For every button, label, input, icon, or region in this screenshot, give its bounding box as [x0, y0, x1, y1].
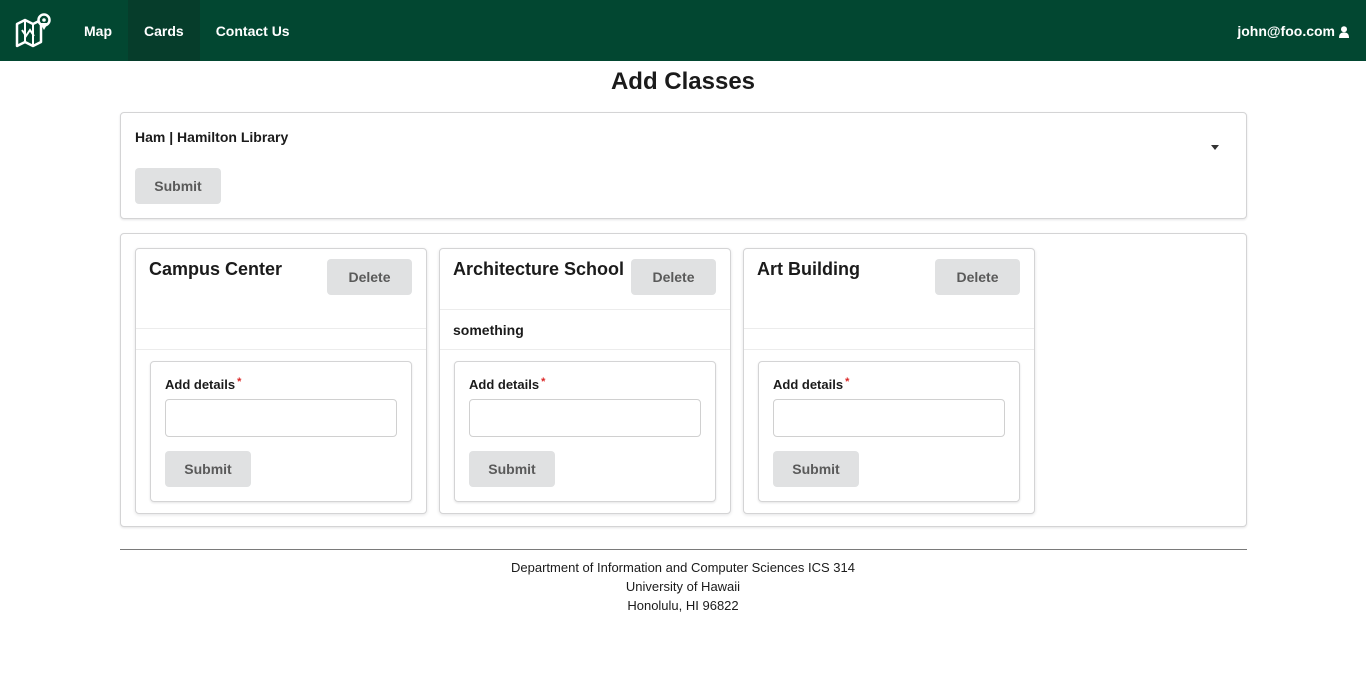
- field-label: Add details *: [165, 376, 242, 392]
- user-email: john@foo.com: [1237, 22, 1335, 39]
- cards-container: Campus Center Delete Add details * Submit…: [120, 233, 1247, 527]
- nav-item-map[interactable]: Map: [68, 0, 128, 61]
- details-input[interactable]: [469, 399, 701, 437]
- footer-divider: [120, 549, 1247, 550]
- map-pin-logo-icon[interactable]: [14, 12, 52, 50]
- required-mark: *: [237, 376, 242, 388]
- add-details-form: Add details * Submit: [150, 361, 412, 502]
- card-divider: [136, 328, 426, 329]
- add-details-form: Add details * Submit: [454, 361, 716, 502]
- card-divider: [136, 349, 426, 350]
- required-mark: *: [541, 376, 546, 388]
- select-class-form: Ham | Hamilton Library Submit: [120, 112, 1247, 219]
- submit-button[interactable]: Submit: [773, 451, 859, 487]
- card-description: something: [453, 322, 524, 338]
- submit-button[interactable]: Submit: [469, 451, 555, 487]
- footer-department: Department of Information and Computer S…: [511, 560, 855, 575]
- footer: Department of Information and Computer S…: [0, 558, 1366, 615]
- delete-button[interactable]: Delete: [631, 259, 716, 295]
- details-input[interactable]: [773, 399, 1005, 437]
- card-header: Architecture School Delete: [440, 249, 730, 309]
- nav-item-contact-us[interactable]: Contact Us: [200, 0, 306, 61]
- user-icon: [1339, 25, 1349, 38]
- card-divider: [440, 349, 730, 350]
- add-details-form: Add details * Submit: [758, 361, 1020, 502]
- navbar: Map Cards Contact Us john@foo.com: [0, 0, 1366, 61]
- page-title: Add Classes: [610, 68, 756, 95]
- footer-university: University of Hawaii: [625, 579, 741, 594]
- card-divider: [744, 328, 1034, 329]
- submit-button[interactable]: Submit: [135, 168, 221, 204]
- card-header: Campus Center Delete: [136, 249, 426, 309]
- field-label: Add details *: [469, 376, 546, 392]
- card-title: Architecture School: [453, 259, 625, 279]
- class-select-dropdown[interactable]: Ham | Hamilton Library: [135, 127, 1231, 171]
- card-title: Art Building: [757, 259, 860, 279]
- caret-down-icon: [1211, 145, 1219, 150]
- card-divider: [440, 309, 730, 310]
- delete-button[interactable]: Delete: [327, 259, 412, 295]
- user-menu[interactable]: john@foo.com: [1237, 0, 1349, 61]
- class-card: Architecture School Delete something Add…: [439, 248, 731, 514]
- footer-address: Honolulu, HI 96822: [627, 598, 739, 613]
- class-card: Campus Center Delete Add details * Submit: [135, 248, 427, 514]
- field-label: Add details *: [773, 376, 850, 392]
- submit-button[interactable]: Submit: [165, 451, 251, 487]
- card-title: Campus Center: [149, 259, 283, 279]
- class-card: Art Building Delete Add details * Submit: [743, 248, 1035, 514]
- card-header: Art Building Delete: [744, 249, 1034, 309]
- select-value: Ham | Hamilton Library: [135, 129, 289, 145]
- details-input[interactable]: [165, 399, 397, 437]
- nav-item-cards[interactable]: Cards: [128, 0, 200, 61]
- delete-button[interactable]: Delete: [935, 259, 1020, 295]
- card-divider: [744, 349, 1034, 350]
- required-mark: *: [845, 376, 850, 388]
